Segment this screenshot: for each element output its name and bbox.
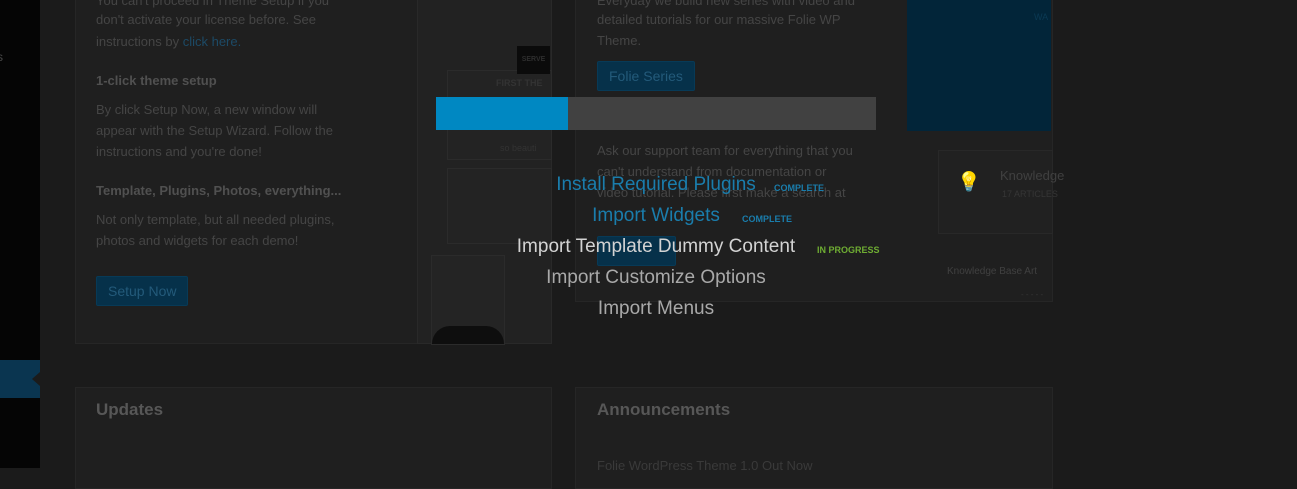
announcements-heading: Announcements — [597, 400, 731, 419]
tutorials-text-line3: Theme. — [597, 33, 642, 48]
admin-sidebar: s — [0, 0, 40, 468]
announcement-item[interactable]: Folie WordPress Theme 1.0 Out Now — [597, 458, 813, 473]
step-label: Import Customize Options — [546, 267, 766, 288]
step-label: Import Menus — [597, 298, 715, 319]
step-label: Import Widgets — [592, 205, 720, 226]
preview-caption: FIRST THE — [496, 78, 543, 88]
template-heading: Template, Plugins, Photos, everything... — [96, 183, 342, 198]
support-text-line1: Ask our support team for everything that… — [597, 143, 853, 158]
step-status-badge: IN PROGRESS — [817, 245, 880, 255]
license-instructions-link[interactable]: click here. — [183, 34, 242, 49]
folie-series-button[interactable]: Folie Series — [597, 61, 695, 91]
setup-description-line1: By click Setup Now, a new window will — [96, 102, 318, 117]
step-label: Install Required Plugins — [556, 174, 756, 195]
setup-progress-fill — [436, 97, 568, 130]
promo-banner[interactable]: WA — [907, 0, 1051, 131]
preview-badge: SERVE — [517, 46, 550, 74]
setup-step: Import Customize Options — [436, 266, 876, 290]
setup-progress-bar — [436, 97, 876, 130]
sidebar-active-arrow — [32, 372, 40, 386]
preview-link: so beauti — [500, 143, 537, 153]
knowledge-footer[interactable]: Knowledge Base Art — [947, 266, 1037, 277]
setup-step: Install Required Plugins COMPLETE — [436, 173, 876, 197]
step-label: Import Template Dummy Content — [516, 236, 796, 257]
license-notice-prefix: instructions by — [96, 34, 183, 49]
setup-heading: 1-click theme setup — [96, 73, 217, 88]
setup-step: Import Template Dummy Content IN PROGRES… — [436, 235, 880, 259]
setup-now-button[interactable]: Setup Now — [96, 276, 189, 306]
setup-description-line3: instructions and you're done! — [96, 144, 262, 159]
sidebar-menu-text[interactable]: s — [0, 50, 3, 64]
template-description-line2: photos and widgets for each demo! — [96, 233, 299, 248]
setup-description-line2: appear with the Setup Wizard. Follow the — [96, 123, 334, 138]
template-description-line1: Not only template, but all needed plugin… — [96, 212, 335, 227]
knowledge-subtitle: 17 ARTICLES — [1002, 189, 1058, 199]
updates-heading: Updates — [96, 400, 164, 419]
license-notice-line2: don't activate your license before. See — [96, 12, 317, 27]
tutorials-text-line2: detailed tutorials for our massive Folie… — [597, 12, 841, 27]
setup-step: Import Menus — [436, 297, 876, 321]
license-notice-line3: instructions by click here. — [96, 31, 241, 52]
knowledge-title: Knowledge — [1000, 168, 1065, 183]
knowledge-footer-dots: - - - - - — [1021, 290, 1044, 299]
promo-banner-text: WA — [1034, 12, 1049, 22]
setup-step: Import Widgets COMPLETE — [436, 204, 876, 228]
step-status-badge: COMPLETE — [742, 214, 793, 224]
lightbulb-icon: 💡 — [957, 172, 981, 193]
step-status-badge: COMPLETE — [774, 183, 825, 193]
